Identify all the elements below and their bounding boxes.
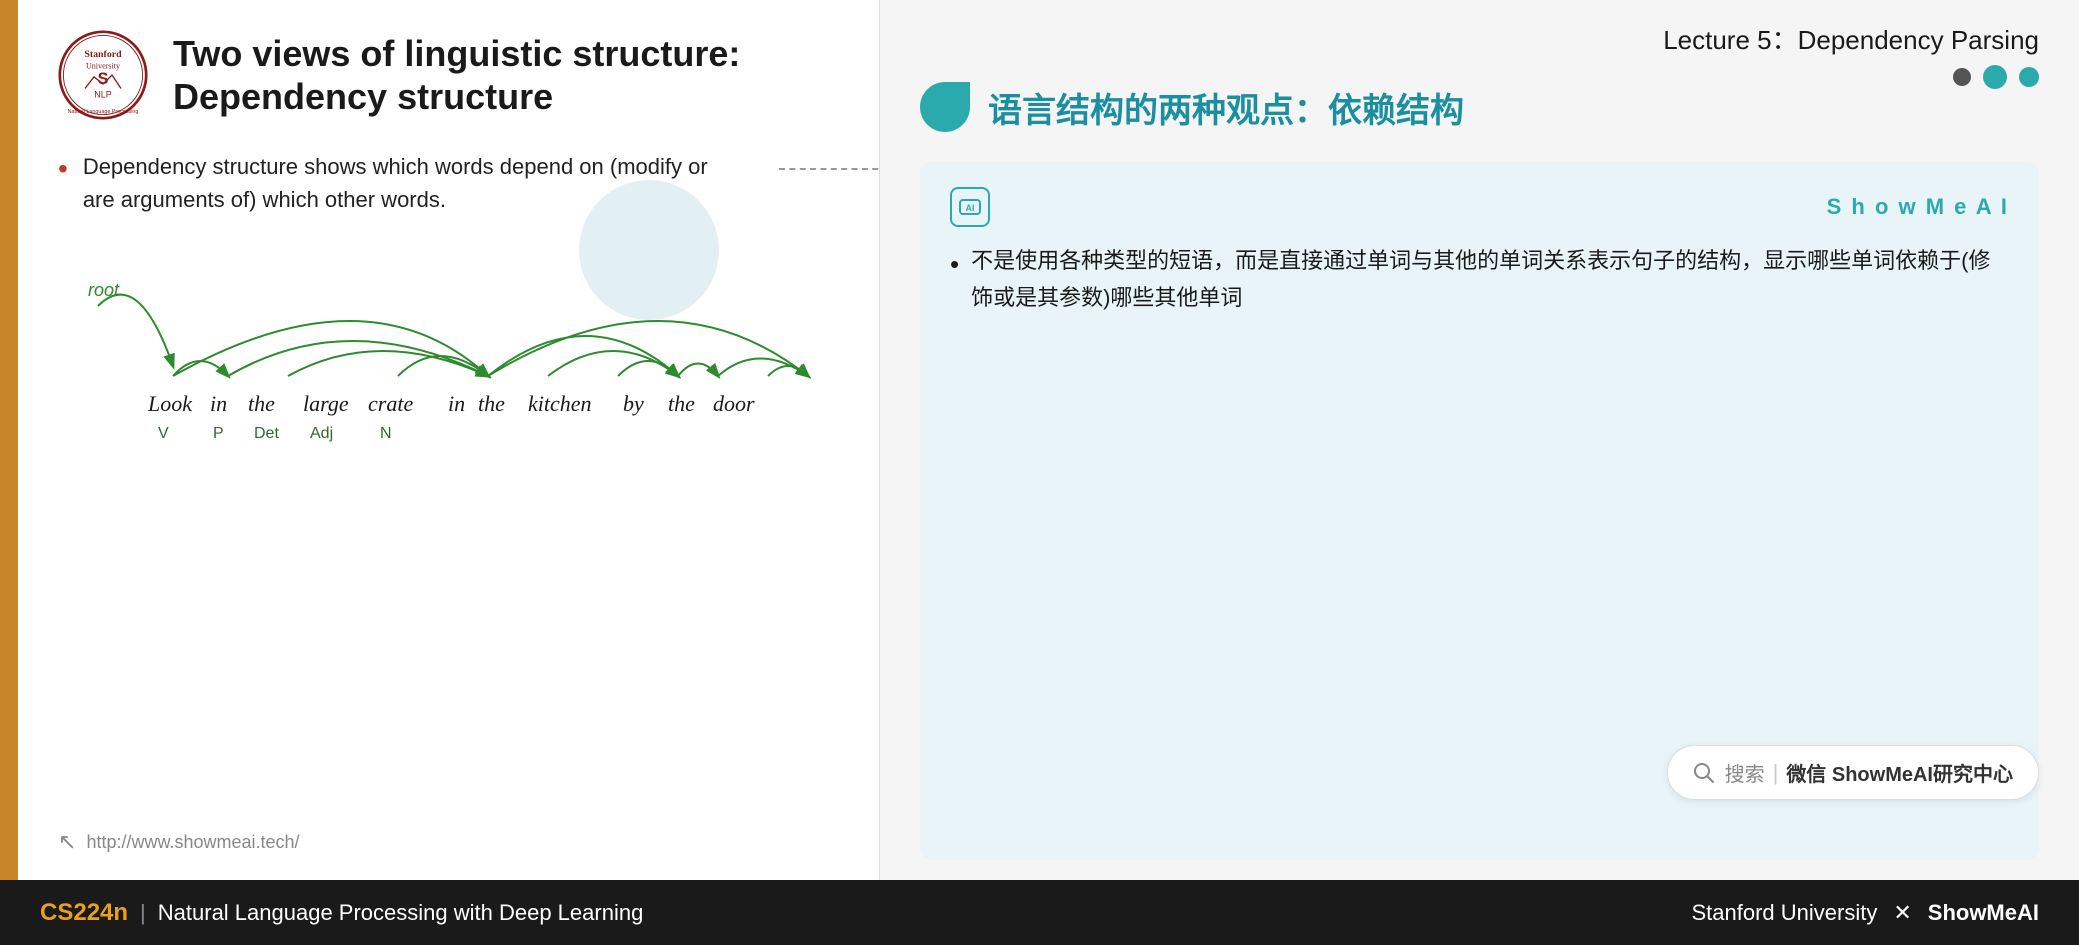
search-divider: |	[1773, 760, 1779, 786]
teal-accent-shape	[920, 82, 970, 132]
svg-text:in: in	[210, 391, 227, 416]
right-panel: Lecture 5：Dependency Parsing 语言结构的两种观点：依…	[880, 0, 2079, 880]
orange-bar	[0, 0, 18, 880]
nav-dot-2[interactable]	[1983, 65, 2007, 89]
svg-text:by: by	[623, 391, 644, 416]
chinese-title: 语言结构的两种观点：依赖结构	[988, 83, 1464, 132]
slide-header: Stanford University S NLP Natural Langua…	[58, 30, 839, 120]
course-info: CS224n | Natural Language Processing wit…	[40, 899, 643, 927]
svg-text:kitchen: kitchen	[528, 391, 592, 416]
course-name: Natural Language Processing with Deep Le…	[158, 900, 644, 926]
svg-text:crate: crate	[368, 391, 413, 416]
svg-text:the: the	[248, 391, 275, 416]
bullet-dot: •	[58, 148, 68, 190]
svg-text:large: large	[303, 391, 349, 416]
svg-text:root: root	[88, 280, 120, 300]
search-wechat: 微信 ShowMeAI研究中心	[1786, 758, 2013, 787]
bottom-right: Stanford University ✕ ShowMeAI	[1691, 900, 2039, 926]
search-box[interactable]: 搜索 | 微信 ShowMeAI研究中心	[1667, 745, 2039, 800]
chinese-translation: 不是使用各种类型的短语，而是直接通过单词与其他的单词关系表示句子的结构，显示哪些…	[971, 242, 2009, 317]
course-code: CS224n	[40, 899, 128, 927]
footer-url: http://www.showmeai.tech/	[86, 832, 299, 853]
course-divider: |	[140, 900, 146, 926]
search-text: 搜索	[1725, 758, 1765, 787]
svg-text:AI: AI	[966, 203, 975, 213]
chinese-bullet-dot: •	[950, 242, 959, 286]
x-separator: ✕	[1893, 900, 1911, 926]
nav-dots	[1953, 65, 2039, 89]
svg-text:S: S	[98, 70, 109, 88]
svg-text:N: N	[380, 425, 392, 442]
stanford-logo: Stanford University S NLP Natural Langua…	[58, 30, 148, 120]
svg-text:V: V	[158, 425, 169, 442]
stanford-text: Stanford University	[1691, 900, 1877, 926]
svg-text:Natural Language Processing: Natural Language Processing	[68, 109, 139, 115]
lecture-title: Lecture 5：Dependency Parsing	[920, 20, 2039, 57]
svg-text:P: P	[213, 425, 224, 442]
svg-text:Adj: Adj	[310, 425, 333, 442]
chinese-bullet: • 不是使用各种类型的短语，而是直接通过单词与其他的单词关系表示句子的结构，显示…	[950, 242, 2009, 317]
svg-text:NLP: NLP	[94, 90, 112, 100]
slide-title: Two views of linguistic structure: Depen…	[173, 32, 740, 118]
nav-dot-1[interactable]	[1953, 68, 1971, 86]
svg-text:the: the	[668, 391, 695, 416]
svg-text:door: door	[713, 391, 755, 416]
search-icon	[1693, 762, 1715, 784]
nav-dot-3[interactable]	[2019, 67, 2039, 87]
bottom-bar: CS224n | Natural Language Processing wit…	[0, 880, 2079, 945]
slide-footer: ↖ http://www.showmeai.tech/	[58, 819, 839, 860]
dependency-diagram: root	[58, 246, 839, 819]
right-header: 语言结构的两种观点：依赖结构	[920, 82, 2039, 132]
showmeai-text: S h o w M e A I	[1827, 194, 2009, 220]
svg-text:Det: Det	[254, 425, 279, 442]
showmeai-brand: ShowMeAI	[1928, 900, 2039, 926]
svg-text:in: in	[448, 391, 465, 416]
showmeai-badge: AI S h o w M e A I	[950, 187, 2009, 227]
svg-text:Look: Look	[147, 391, 193, 416]
slide-panel: Stanford University S NLP Natural Langua…	[0, 0, 880, 880]
svg-text:the: the	[478, 391, 505, 416]
svg-text:Stanford: Stanford	[84, 49, 122, 60]
diagram-svg: root	[58, 246, 858, 546]
slide-bullet-section: • Dependency structure shows which words…	[58, 150, 839, 216]
ai-icon: AI	[950, 187, 990, 227]
cursor-icon: ↖	[58, 829, 76, 855]
